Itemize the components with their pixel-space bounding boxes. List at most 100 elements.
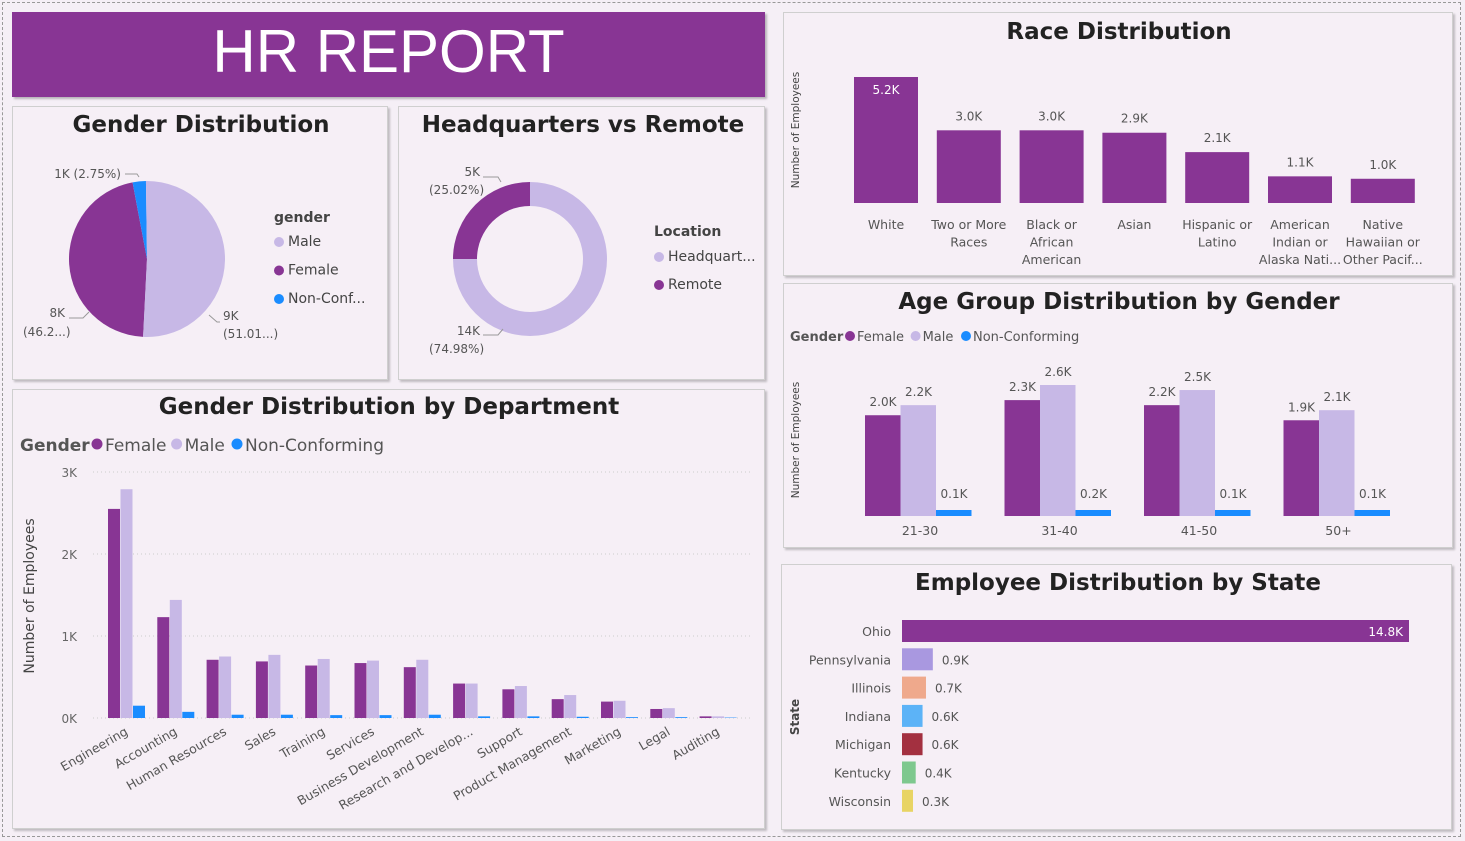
y-tick-label: 3K (61, 466, 78, 480)
bar-non-conforming[interactable] (280, 714, 293, 718)
hq-donut-chart[interactable] (453, 182, 607, 336)
state-bar[interactable] (902, 704, 923, 727)
age-bar-non-conforming[interactable] (1215, 510, 1251, 516)
state-bar[interactable] (902, 676, 926, 699)
bar-female[interactable] (157, 617, 170, 718)
pie-slice-female[interactable] (68, 182, 147, 337)
bar-male[interactable] (367, 660, 379, 718)
state-bar[interactable] (902, 761, 916, 784)
bar-non-conforming[interactable] (576, 716, 589, 718)
bar-non-conforming[interactable] (231, 714, 244, 718)
bar-female[interactable] (255, 661, 268, 718)
race-bar[interactable] (1019, 130, 1084, 203)
department-legend: Female Male Non-Conforming (91, 436, 384, 456)
bar-female[interactable] (650, 708, 663, 718)
bar-female[interactable] (551, 699, 564, 718)
department-panel[interactable]: Gender Distribution by Department Gender… (12, 389, 765, 829)
race-category-label: Alaska Nati... (1259, 252, 1341, 267)
state-bar-chart[interactable]: State Ohio 14.8K Pennsylvania 0.9K Illinois 0.… (788, 620, 1409, 812)
age-bar-male[interactable] (1040, 385, 1076, 516)
age-bar-non-conforming[interactable] (1075, 510, 1112, 516)
bar-non-conforming[interactable] (428, 714, 441, 718)
hq-data-value: 14K (457, 324, 481, 338)
race-category-label: American (1270, 217, 1330, 232)
bar-male[interactable] (268, 654, 281, 718)
gender-legend: Male Female Non-Conf... (274, 234, 365, 307)
legend-label: Non-Conf... (288, 291, 365, 307)
bar-female[interactable] (305, 665, 318, 718)
state-data-label: 0.9K (942, 653, 970, 667)
bar-non-conforming[interactable] (182, 711, 195, 718)
bar-male[interactable] (465, 683, 478, 718)
race-bar-chart[interactable]: Number of Employees 5.2K White 3.0K Two or M… (790, 72, 1423, 267)
bar-male[interactable] (712, 716, 725, 718)
bar-non-conforming[interactable] (379, 715, 392, 718)
gender-pie-chart[interactable] (68, 181, 225, 337)
age-bar-female[interactable] (1004, 400, 1041, 516)
age-data-label: 2.5K (1184, 370, 1212, 384)
age-bar-chart[interactable]: Number of Employees 2.0K 2.2K 0.1K 21-30 2.3K… (790, 365, 1390, 538)
state-panel[interactable]: Employee Distribution by State State Ohio… (781, 564, 1452, 830)
state-bar[interactable] (902, 789, 913, 812)
race-bar[interactable] (1102, 132, 1167, 203)
race-category-label: African (1030, 235, 1074, 250)
age-legend: Female Male Non-Conforming (845, 330, 1079, 345)
state-bar[interactable] (902, 733, 923, 756)
gender-legend-title: gender (274, 210, 330, 226)
bar-male[interactable] (169, 599, 182, 718)
age-data-label: 0.1K (1359, 487, 1387, 501)
race-data-label: 3.0K (955, 109, 983, 123)
bar-male[interactable] (120, 489, 133, 718)
age-bar-non-conforming[interactable] (936, 510, 972, 516)
state-bar[interactable] (902, 620, 1409, 642)
bar-male[interactable] (219, 656, 232, 719)
age-bar-female[interactable] (1144, 405, 1180, 516)
bar-female[interactable] (699, 716, 712, 718)
y-tick-label: 2K (61, 548, 78, 562)
race-data-label: 2.1K (1204, 131, 1232, 145)
bar-non-conforming[interactable] (675, 717, 688, 718)
bar-female[interactable] (108, 508, 120, 718)
age-group-title: Age Group Distribution by Gender (898, 289, 1340, 315)
bar-female[interactable] (502, 689, 515, 718)
bar-female[interactable] (403, 667, 416, 718)
bar-male[interactable] (416, 659, 429, 718)
pie-slice-male[interactable] (143, 181, 225, 337)
bar-non-conforming[interactable] (133, 705, 145, 718)
department-bar-chart[interactable]: 0K1K2K3KNumber of EmployeesEngineeringAc… (22, 466, 751, 813)
bar-female[interactable] (206, 659, 219, 718)
department-legend-title: Gender (20, 436, 90, 456)
race-bar[interactable] (936, 130, 1001, 203)
age-bar-female[interactable] (865, 415, 901, 516)
bar-non-conforming[interactable] (478, 716, 491, 718)
remote-data-pct: (25.02%) (429, 183, 484, 197)
age-bar-male[interactable] (1319, 410, 1355, 516)
age-group-panel[interactable]: Age Group Distribution by Gender Gender … (783, 283, 1453, 548)
legend-marker (231, 438, 243, 450)
gender-distribution-panel[interactable]: Gender Distribution 1K (2.75%) 8K (46.2.… (12, 106, 388, 380)
race-bar[interactable] (1350, 178, 1415, 203)
bar-male[interactable] (662, 708, 675, 718)
bar-male[interactable] (564, 695, 577, 718)
age-bar-male[interactable] (900, 405, 937, 516)
bar-non-conforming[interactable] (330, 715, 343, 718)
bar-female[interactable] (354, 663, 367, 718)
age-bar-female[interactable] (1283, 420, 1320, 516)
bar-male[interactable] (317, 658, 330, 718)
age-bar-non-conforming[interactable] (1354, 510, 1391, 516)
age-bar-male[interactable] (1179, 390, 1216, 516)
bar-female[interactable] (453, 683, 466, 718)
race-distribution-panel[interactable]: Race Distribution Number of Employees 5.2… (783, 12, 1453, 276)
remote-data-value: 5K (464, 165, 481, 179)
race-bar[interactable] (1268, 176, 1332, 203)
bar-male[interactable] (514, 686, 527, 718)
bar-male[interactable] (613, 700, 626, 718)
report-title: HR REPORT (212, 18, 565, 85)
hq-vs-remote-panel[interactable]: Headquarters vs Remote 5K (25.02%) 14K (… (398, 106, 765, 380)
state-bar[interactable] (902, 648, 933, 671)
bar-non-conforming[interactable] (626, 717, 638, 718)
race-bar[interactable] (1185, 152, 1250, 203)
male-data-pct: (51.01...) (223, 327, 278, 341)
bar-non-conforming[interactable] (527, 716, 540, 718)
bar-female[interactable] (601, 701, 613, 718)
